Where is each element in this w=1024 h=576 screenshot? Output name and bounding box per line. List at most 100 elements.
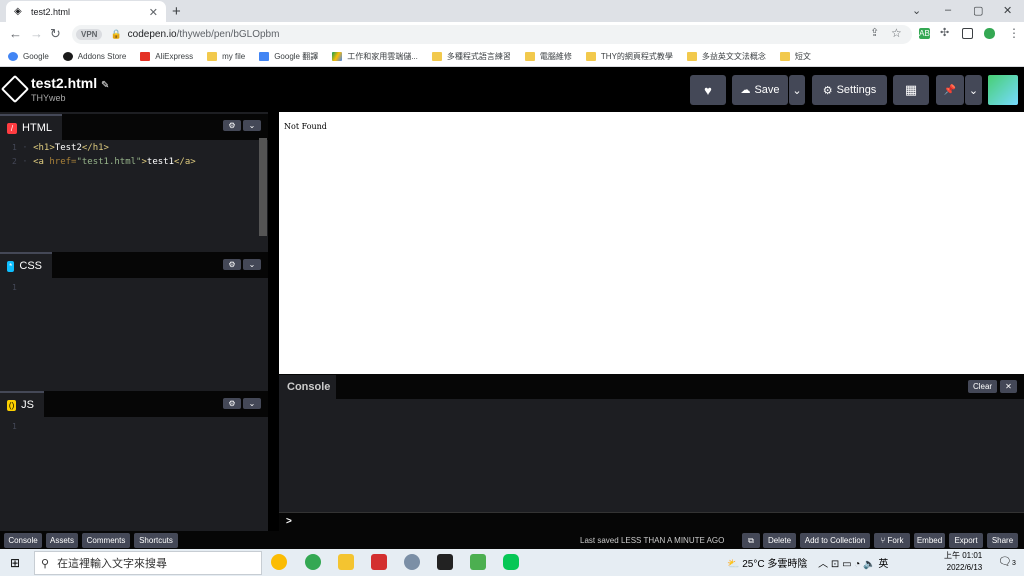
edit-title-icon[interactable]: ✎ [101,80,109,91]
shield-extension-icon[interactable] [984,28,995,39]
bookmark-folder-thy[interactable]: THY的網頁程式教學 [585,51,673,62]
user-avatar[interactable] [988,75,1018,105]
footer-shortcuts-button[interactable]: Shortcuts [134,533,178,548]
paint-icon[interactable] [404,554,420,570]
embed-button[interactable]: Embed [914,533,945,548]
vpn-badge[interactable]: VPN [76,29,103,40]
css-collapse-button[interactable]: ⌄ [243,259,261,270]
adblock-extension-icon[interactable]: AB [919,28,930,39]
codepen-favicon-icon: ◈ [14,5,22,17]
fork-button[interactable]: ⑂ Fork [874,533,910,548]
js-collapse-button[interactable]: ⌄ [243,398,261,409]
last-saved-status: Last saved LESS THAN A MINUTE AGO [580,536,724,545]
settings-button[interactable]: ⚙ Settings [812,75,887,105]
bookmark-google-translate[interactable]: Google 翻譯 [259,51,318,62]
footer-comments-button[interactable]: Comments [82,533,130,548]
tab-search-icon[interactable]: ⌄ [912,4,921,17]
close-window-button[interactable]: ✕ [1003,4,1012,17]
console-input[interactable]: > [279,512,1024,531]
bookmark-folder-repair[interactable]: 電腦維修 [524,51,572,62]
reload-icon[interactable]: ↻ [50,26,61,42]
image-viewer-icon[interactable] [470,554,486,570]
code-token: href= [49,157,77,167]
html-collapse-button[interactable]: ⌄ [243,120,261,131]
bookmark-folder-essay[interactable]: 短文 [779,51,811,62]
delete-button[interactable]: Delete [763,533,796,548]
addons-icon [62,51,73,61]
console-close-button[interactable]: ✕ [1000,380,1017,393]
notification-count: 3 [1011,560,1016,567]
bookmark-aliexpress[interactable]: AliExpress [140,51,193,61]
back-icon[interactable]: ← [9,26,22,41]
bookmark-google[interactable]: Google [8,51,49,61]
browser-tab[interactable]: ◈ test2.html ✕ [6,1,166,22]
pen-title[interactable]: test2.html ✎ [31,75,109,91]
js-editor-tab[interactable]: () JS [0,391,44,417]
gear-icon: ⚙ [822,84,833,97]
bookmark-label: Google [23,51,49,61]
minimize-button[interactable]: – [945,4,951,16]
forward-icon[interactable]: → [30,26,43,41]
system-tray[interactable]: ⛅ 25°C 多雲時陰 ︿ ⊡ ▭ ◔ 🔈 英 [727,555,888,570]
heart-button[interactable]: ♥ [690,75,726,105]
taskbar-search-input[interactable]: ⚲ 在這裡輸入文字來搜尋 [34,551,262,575]
code-token: </h1> [81,143,109,153]
terminal-icon[interactable] [437,554,453,570]
tab-title: test2.html [31,6,71,17]
footer-console-button[interactable]: Console [4,533,42,548]
folder-icon [779,51,790,61]
windows-start-icon[interactable]: ⊞ [10,556,20,570]
share-button[interactable]: Share [987,533,1018,548]
html-settings-button[interactable]: ⚙ [223,120,241,131]
css-settings-button[interactable]: ⚙ [223,259,241,270]
notification-icon[interactable]: 🗨3 [998,555,1016,568]
side-panel-icon[interactable] [962,28,973,39]
html-code-line[interactable]: 1 · <h1>Test2</h1> [12,143,109,153]
footer-assets-button[interactable]: Assets [46,533,78,548]
js-settings-button[interactable]: ⚙ [223,398,241,409]
result-preview[interactable] [279,112,1024,374]
omnibox[interactable]: VPN 🔒 codepen.io/thyweb/pen/bGLOpbm [72,25,912,44]
add-to-collection-button[interactable]: Add to Collection [800,533,870,548]
gift-app-icon[interactable] [371,554,387,570]
console-clear-button[interactable]: Clear [968,380,997,393]
bookmark-folder-toeic[interactable]: 多益英文文法概念 [686,51,766,62]
bookmark-star-icon[interactable]: ☆ [891,26,902,40]
css-line-number: 1 [12,283,17,292]
resize-divider[interactable] [268,112,278,531]
file-explorer-icon[interactable] [338,554,354,570]
line-app-icon[interactable] [503,554,519,570]
bookmark-drive[interactable]: 工作和家用雲端儲... [332,51,418,62]
code-token: Test2 [54,143,82,153]
chrome-active-icon[interactable] [271,554,287,570]
html-editor-tab[interactable]: / HTML [0,114,62,140]
tab-close-icon[interactable]: ✕ [149,6,158,19]
pen-title-text: test2.html [31,75,98,91]
change-view-button[interactable]: ▦ [893,75,929,105]
restore-button[interactable]: ▢ [973,4,983,17]
pen-author[interactable]: THYweb [31,93,66,103]
open-new-window-icon[interactable]: ⧉ [742,533,760,548]
css-editor-tab[interactable]: * CSS [0,252,52,278]
save-options-dropdown[interactable]: ⌄ [789,75,805,105]
pin-button[interactable]: 📌 [936,75,964,105]
taskbar-clock[interactable]: 上午 01:01 2022/6/13 [944,550,982,574]
export-button[interactable]: Export [949,533,983,548]
html-code-line[interactable]: 2 · <a href="test1.html">test1</a> [12,157,196,167]
chrome-icon[interactable] [305,554,321,570]
share-icon[interactable]: ⇪ [870,26,879,39]
lock-icon[interactable]: 🔒 [110,29,121,40]
clock-date: 2022/6/13 [946,563,983,572]
console-tab[interactable]: Console [279,375,336,399]
console-output [279,399,1024,512]
extensions-puzzle-icon[interactable]: ✣ [940,26,949,39]
menu-dots-icon[interactable]: ⋮ [1008,26,1020,40]
bookmark-folder-practice[interactable]: 多種程式語言練習 [431,51,511,62]
pin-options-dropdown[interactable]: ⌄ [965,75,982,105]
folder-icon [524,51,535,61]
bookmark-addons-store[interactable]: Addons Store [62,51,126,61]
new-tab-button[interactable]: + [172,3,181,20]
bookmark-my-file[interactable]: my file [207,51,245,61]
html-editor-scrollbar[interactable] [259,138,267,236]
save-button[interactable]: ☁ Save [732,75,788,105]
